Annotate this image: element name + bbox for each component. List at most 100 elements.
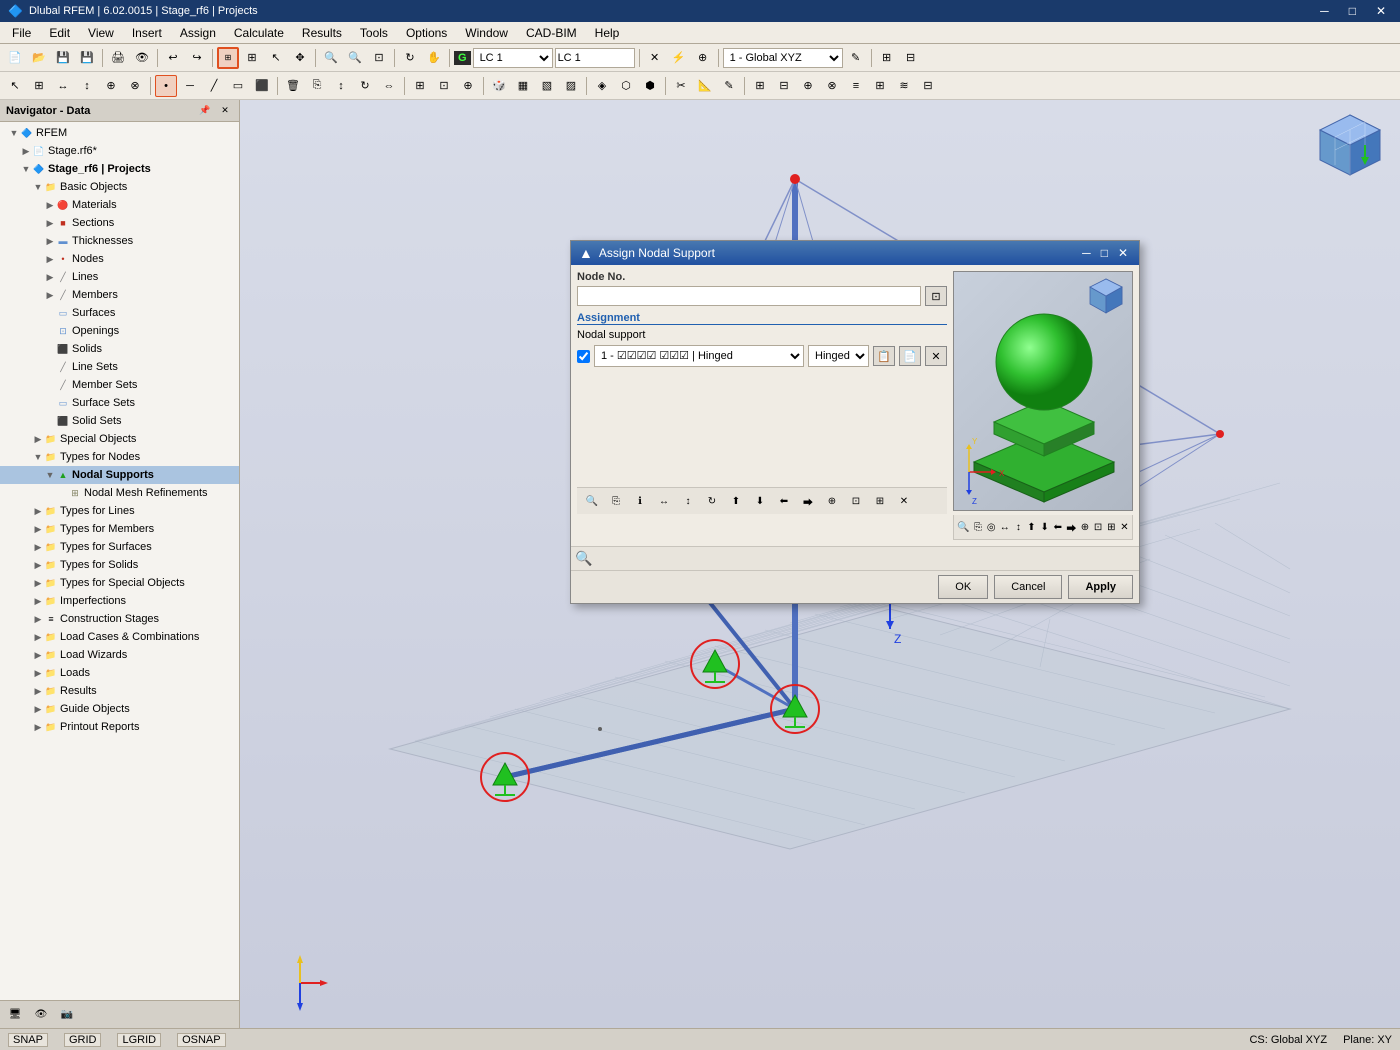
dialog-close-button[interactable]: ✕ — [1115, 246, 1131, 260]
menu-options[interactable]: Options — [398, 24, 455, 42]
zoom-all-button[interactable]: ⊡ — [368, 47, 390, 69]
tree-printout[interactable]: ▶ 📁 Printout Reports — [0, 718, 239, 736]
new-button[interactable]: 📄 — [4, 47, 26, 69]
osnap-indicator[interactable]: OSNAP — [177, 1033, 226, 1047]
snap-button[interactable]: ⊞ — [217, 47, 239, 69]
grid-button[interactable]: ⊞ — [241, 47, 263, 69]
ok-button[interactable]: OK — [938, 575, 988, 599]
solidsets-expand[interactable] — [44, 412, 56, 430]
msets-expand[interactable] — [44, 376, 56, 394]
lc-dropdown[interactable]: LC 1 — [473, 48, 553, 68]
open-expand[interactable] — [44, 322, 56, 340]
tb2-copy[interactable]: ⎘ — [306, 75, 328, 97]
dialog-tb-info[interactable]: ℹ — [629, 491, 651, 511]
tb2-member-btn[interactable]: ╱ — [203, 75, 225, 97]
tb2-more3[interactable]: ⊕ — [797, 75, 819, 97]
loads-expand[interactable]: ▶ — [32, 664, 44, 682]
node-no-input[interactable] — [577, 286, 921, 306]
tree-lines[interactable]: ▶ ╱ Lines — [0, 268, 239, 286]
open-button[interactable]: 📂 — [28, 47, 50, 69]
stage-proj-expand[interactable]: ▼ — [20, 160, 32, 178]
tb2-viewxz[interactable]: ▧ — [536, 75, 558, 97]
sec-expand[interactable]: ▶ — [44, 214, 56, 232]
delete-support-button[interactable]: ✕ — [925, 346, 947, 366]
dialog-tb-left[interactable]: ⬅ — [773, 491, 795, 511]
cancel-button[interactable]: Cancel — [994, 575, 1062, 599]
menu-calculate[interactable]: Calculate — [226, 24, 292, 42]
tree-sections[interactable]: ▶ ■ Sections — [0, 214, 239, 232]
types-members-expand[interactable]: ▶ — [32, 520, 44, 538]
dialog-tb-down[interactable]: ⬇ — [749, 491, 771, 511]
tree-openings[interactable]: ⊡ Openings — [0, 322, 239, 340]
menu-window[interactable]: Window — [457, 24, 516, 42]
nodal-support-dropdown[interactable]: 1 - ☑☑☑☑ ☑☑☑ | Hinged — [594, 345, 804, 367]
dialog-tb-view1[interactable]: ↔ — [653, 491, 675, 511]
dialog-view-6[interactable]: ⬆ — [1026, 517, 1037, 537]
nav-close-button[interactable]: ✕ — [217, 103, 233, 119]
menu-cad-bim[interactable]: CAD-BIM — [518, 24, 585, 42]
tb2-snap1[interactable]: ⊞ — [409, 75, 431, 97]
stage-rf6-expand[interactable]: ▶ — [20, 142, 32, 160]
lines-expand[interactable]: ▶ — [44, 268, 56, 286]
tb-btn-misc3[interactable]: ⊕ — [692, 47, 714, 69]
pan-button[interactable]: ✋ — [423, 47, 445, 69]
tb2-node-btn[interactable]: • — [155, 75, 177, 97]
cs-dropdown[interactable]: 1 - Global XYZ — [723, 48, 843, 68]
tb2-5[interactable]: ⊕ — [100, 75, 122, 97]
menu-file[interactable]: File — [4, 24, 39, 42]
tb2-more1[interactable]: ⊞ — [749, 75, 771, 97]
tree-solid-sets[interactable]: ⬛ Solid Sets — [0, 412, 239, 430]
tree-member-sets[interactable]: ╱ Member Sets — [0, 376, 239, 394]
print-expand[interactable]: ▶ — [32, 718, 44, 736]
tb2-more6[interactable]: ⊞ — [869, 75, 891, 97]
viewport[interactable]: X Y Z — [240, 100, 1400, 1028]
dialog-view-4[interactable]: ↔ — [999, 517, 1011, 537]
tree-types-nodes[interactable]: ▼ 📁 Types for Nodes — [0, 448, 239, 466]
dialog-maximize-button[interactable]: □ — [1098, 246, 1111, 260]
nav-pin-button[interactable]: 📌 — [197, 103, 213, 119]
tb2-3[interactable]: ↔ — [52, 75, 74, 97]
dialog-view-7[interactable]: ⬇ — [1039, 517, 1050, 537]
tb2-rendering[interactable]: ◈ — [591, 75, 613, 97]
close-button[interactable]: ✕ — [1370, 4, 1392, 18]
tb2-solid-btn[interactable]: ⬛ — [251, 75, 273, 97]
menu-help[interactable]: Help — [587, 24, 628, 42]
dialog-view-12[interactable]: ⊞ — [1106, 517, 1117, 537]
maximize-button[interactable]: □ — [1343, 4, 1362, 18]
lc-expand[interactable]: ▶ — [32, 628, 44, 646]
tree-line-sets[interactable]: ╱ Line Sets — [0, 358, 239, 376]
members-expand[interactable]: ▶ — [44, 286, 56, 304]
tree-nodal-mesh[interactable]: ⊞ Nodal Mesh Refinements — [0, 484, 239, 502]
tb2-surface-btn[interactable]: ▭ — [227, 75, 249, 97]
tree-materials[interactable]: ▶ 🔴 Materials — [0, 196, 239, 214]
tree-solids[interactable]: ⬛ Solids — [0, 340, 239, 358]
guide-expand[interactable]: ▶ — [32, 700, 44, 718]
dialog-tb-more1[interactable]: ⊡ — [845, 491, 867, 511]
tree-members[interactable]: ▶ ╱ Members — [0, 286, 239, 304]
tree-types-surfaces[interactable]: ▶ 📁 Types for Surfaces — [0, 538, 239, 556]
dialog-view-8[interactable]: ⬅ — [1052, 517, 1063, 537]
tree-construction-stages[interactable]: ▶ ≡ Construction Stages — [0, 610, 239, 628]
dialog-view-9[interactable]: ⮕ — [1065, 517, 1077, 537]
menu-assign[interactable]: Assign — [172, 24, 224, 42]
zoom-in-button[interactable]: 🔍 — [320, 47, 342, 69]
dialog-view-3[interactable]: ◎ — [986, 517, 997, 537]
types-special-expand[interactable]: ▶ — [32, 574, 44, 592]
tb2-more4[interactable]: ⊗ — [821, 75, 843, 97]
move-button[interactable]: ✥ — [289, 47, 311, 69]
print-button[interactable]: 🖨 — [107, 47, 129, 69]
dialog-tb-up[interactable]: ⬆ — [725, 491, 747, 511]
tb2-viewxy[interactable]: ▦ — [512, 75, 534, 97]
nodal-support-checkbox[interactable] — [577, 350, 590, 363]
tb2-shaded[interactable]: ⬢ — [639, 75, 661, 97]
tb2-wire[interactable]: ⬡ — [615, 75, 637, 97]
tb2-more2[interactable]: ⊟ — [773, 75, 795, 97]
tb-view2[interactable]: ⊟ — [900, 47, 922, 69]
dialog-minimize-button[interactable]: ─ — [1079, 246, 1094, 260]
tree-load-cases[interactable]: ▶ 📁 Load Cases & Combinations — [0, 628, 239, 646]
lw-expand[interactable]: ▶ — [32, 646, 44, 664]
mesh-expand[interactable] — [56, 484, 68, 502]
types-nodes-expand[interactable]: ▼ — [32, 448, 44, 466]
dialog-tb-more2[interactable]: ⊞ — [869, 491, 891, 511]
menu-tools[interactable]: Tools — [352, 24, 396, 42]
